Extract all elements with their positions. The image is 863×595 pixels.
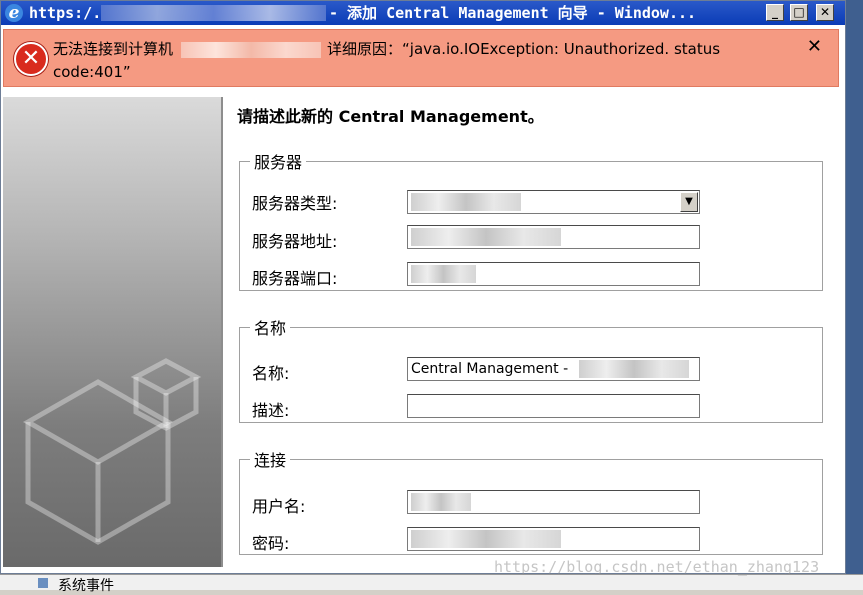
name-label: 名称: — [252, 364, 290, 383]
error-close-button[interactable]: ✕ — [807, 36, 822, 57]
background-window-strip: 系统事件 — [0, 574, 863, 594]
title-bar[interactable]: e https:/. - 添加 Central Management 向导 - … — [1, 1, 845, 25]
name-field[interactable]: Central Management - — [407, 357, 700, 381]
internet-explorer-icon: e — [5, 4, 23, 22]
name-group: 名称 名称: Central Management - 描述: — [239, 315, 823, 423]
connection-group-legend: 连接 — [254, 451, 287, 470]
system-events-item[interactable]: 系统事件 — [58, 575, 114, 595]
redacted-password — [411, 530, 561, 548]
background-window-edge — [846, 0, 863, 589]
server-address-label: 服务器地址: — [252, 232, 338, 251]
redacted-host — [101, 5, 326, 21]
error-message-line2: code:401” — [53, 63, 131, 81]
redacted-server-type — [411, 193, 521, 211]
server-port-label: 服务器端口: — [252, 269, 338, 288]
name-group-legend: 名称 — [254, 319, 287, 338]
event-log-icon — [38, 578, 48, 588]
page-heading: 请描述此新的 Central Management。 — [237, 107, 544, 126]
server-type-select[interactable]: ▼ — [407, 190, 700, 214]
server-group: 服务器 服务器类型: ▼ 服务器地址: 服务器端口: — [239, 149, 823, 291]
redacted-username — [411, 493, 471, 511]
error-message-detail: 详细原因：“java.io.IOException: Unauthorized.… — [327, 40, 721, 58]
error-banner: ✕ 无法连接到计算机 详细原因：“java.io.IOException: Una… — [3, 29, 839, 87]
password-label: 密码: — [252, 534, 290, 553]
name-field-value: Central Management - — [411, 361, 569, 377]
wizard-window: e https:/. - 添加 Central Management 向导 - … — [0, 0, 846, 574]
cube-graphic-icon — [22, 358, 202, 545]
redacted-server-address — [411, 228, 561, 246]
window-title: - 添加 Central Management 向导 - Window... — [329, 4, 697, 22]
minimize-button[interactable]: _ — [766, 4, 784, 21]
server-port-field[interactable] — [407, 262, 700, 286]
close-window-button[interactable]: ✕ — [816, 4, 834, 21]
watermark: https://blog.csdn.net/ethan_zhang123 — [494, 558, 820, 576]
server-group-legend: 服务器 — [254, 153, 303, 172]
server-type-label: 服务器类型: — [252, 194, 338, 213]
description-label: 描述: — [252, 401, 290, 420]
wizard-content: 请描述此新的 Central Management。 服务器 服务器类型: ▼ … — [223, 89, 841, 567]
username-field[interactable] — [407, 490, 700, 514]
wizard-side-panel — [3, 97, 221, 567]
server-address-field[interactable] — [407, 225, 700, 249]
chevron-down-icon[interactable]: ▼ — [680, 192, 698, 212]
redacted-name-suffix — [578, 360, 689, 378]
maximize-button[interactable]: □ — [790, 4, 808, 21]
username-label: 用户名: — [252, 497, 306, 516]
error-message: 无法连接到计算机 详细原因：“java.io.IOException: Unaut… — [53, 38, 720, 59]
window-title-prefix: https:/. — [29, 4, 102, 22]
description-field[interactable] — [407, 394, 700, 418]
connection-group: 连接 用户名: 密码: — [239, 447, 823, 555]
redacted-computer — [181, 41, 322, 58]
password-field[interactable] — [407, 527, 700, 551]
error-icon: ✕ — [14, 42, 48, 76]
error-message-prefix: 无法连接到计算机 — [53, 40, 174, 58]
redacted-server-port — [411, 265, 476, 283]
